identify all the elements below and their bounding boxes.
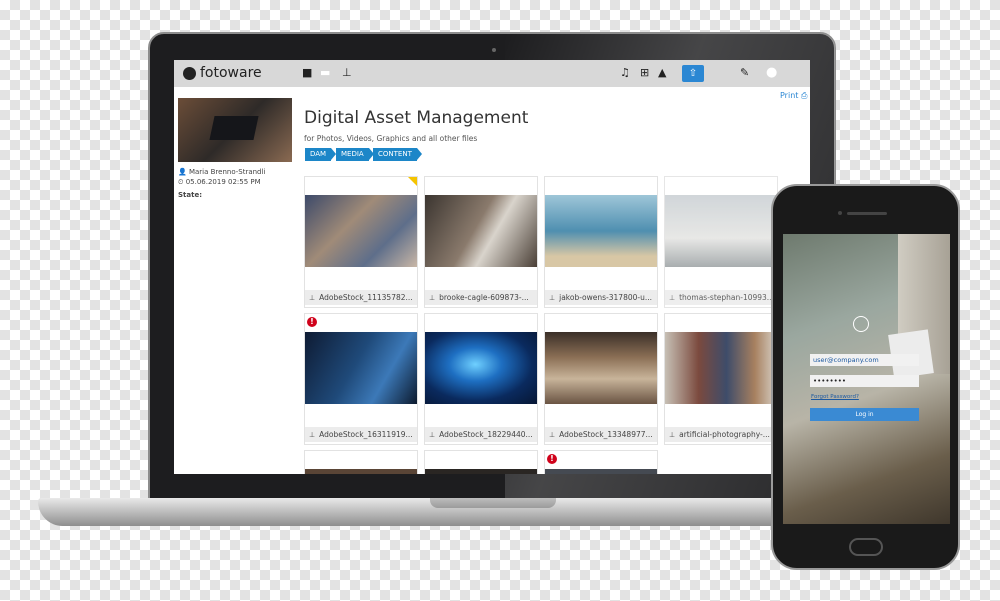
logo-text: fotoware: [200, 65, 262, 81]
asset-tile[interactable]: ⊥ artificial-photography-...: [664, 313, 778, 445]
print-link[interactable]: Print ⎙: [780, 91, 807, 101]
asset-image: [305, 469, 417, 474]
briefcase-icon[interactable]: ▬: [320, 66, 330, 79]
top-bar: fotoware ■ ▬ ⊥ ♫ ⊞ ▲ ⇧ ✎ ●: [174, 60, 810, 87]
logo[interactable]: fotoware: [183, 65, 262, 81]
phone-speaker: [847, 212, 887, 215]
tag-media[interactable]: MEDIA: [336, 148, 374, 161]
page-title: Digital Asset Management: [304, 108, 529, 128]
graduation-cap-icon[interactable]: ▲: [658, 66, 666, 79]
page-subtitle: for Photos, Videos, Graphics and all oth…: [304, 134, 478, 143]
email-field[interactable]: user@company.com: [810, 354, 919, 366]
asset-caption: ⊥ artificial-photography-...: [665, 427, 777, 442]
fotoware-logo-icon: [183, 66, 196, 80]
pin-icon: ⊥: [309, 431, 316, 439]
pin-icon: ⊥: [549, 431, 556, 439]
state-label: State:: [178, 191, 203, 199]
user-icon[interactable]: ●: [766, 65, 777, 80]
folder-icon[interactable]: ■: [302, 66, 312, 79]
asset-tile[interactable]: [304, 450, 418, 474]
asset-tile[interactable]: ⊥ AdobeStock_13348977...: [544, 313, 658, 445]
asset-tile[interactable]: [424, 450, 538, 474]
laptop-screen: fotoware ■ ▬ ⊥ ♫ ⊞ ▲ ⇧ ✎ ● Print ⎙ 👤 Mar…: [174, 60, 810, 474]
asset-image: [545, 195, 657, 267]
asset-caption: ⊥ thomas-stephan-10993...: [665, 290, 777, 305]
asset-image: [665, 332, 777, 404]
asset-tile[interactable]: ⊥ AdobeStock_18229440...: [424, 313, 538, 445]
asset-tile[interactable]: ⊥ jakob-owens-317800-u...: [544, 176, 658, 308]
asset-image: [305, 332, 417, 404]
bell-icon[interactable]: ♫: [620, 66, 630, 79]
pin-icon[interactable]: ⊥: [342, 66, 352, 79]
asset-image: [545, 469, 657, 474]
asset-caption: ⊥ AdobeStock_18229440...: [425, 427, 537, 442]
asset-thumbnail: [178, 98, 292, 162]
phone: user@company.com •••••••• Forgot Passwor…: [771, 184, 960, 570]
pin-icon: ⊥: [309, 294, 316, 302]
fotoware-logo-icon: [853, 316, 869, 332]
asset-caption: ⊥ brooke-cagle-609873-...: [425, 290, 537, 305]
warning-icon: !: [307, 317, 317, 327]
pin-icon: ⊥: [429, 294, 436, 302]
asset-image: [425, 332, 537, 404]
phone-camera: [838, 211, 842, 215]
pin-icon: ⊥: [429, 431, 436, 439]
date: ⏲ 05.06.2019 02:55 PM: [178, 178, 261, 186]
upload-button[interactable]: ⇧: [682, 65, 704, 82]
asset-tile[interactable]: !: [544, 450, 658, 474]
tag-dam[interactable]: DAM: [305, 148, 337, 161]
asset-image: [545, 332, 657, 404]
password-field[interactable]: ••••••••: [810, 375, 919, 387]
laptop-notch: [430, 498, 556, 508]
author: 👤 Maria Brenno-Strandli: [178, 168, 266, 176]
cart-icon[interactable]: ⊞: [640, 66, 649, 79]
laptop-camera: [492, 48, 496, 52]
asset-tile[interactable]: ⊥ thomas-stephan-10993...: [664, 176, 778, 308]
flag-icon: [408, 177, 417, 186]
phone-screen: user@company.com •••••••• Forgot Passwor…: [783, 234, 950, 524]
asset-tile[interactable]: ! ⊥ AdobeStock_16311919...: [304, 313, 418, 445]
asset-caption: ⊥ AdobeStock_11135782...: [305, 290, 417, 305]
asset-image: [425, 195, 537, 267]
pin-icon: ⊥: [669, 431, 676, 439]
pin-icon: ⊥: [549, 294, 556, 302]
pin-icon: ⊥: [669, 294, 676, 302]
asset-image: [665, 195, 777, 267]
tag-content[interactable]: CONTENT: [373, 148, 422, 161]
login-button[interactable]: Log in: [810, 408, 919, 421]
asset-image: [305, 195, 417, 267]
asset-tile[interactable]: ⊥ AdobeStock_11135782...: [304, 176, 418, 308]
home-button[interactable]: [849, 538, 883, 556]
asset-caption: ⊥ AdobeStock_16311919...: [305, 427, 417, 442]
asset-caption: ⊥ jakob-owens-317800-u...: [545, 290, 657, 305]
asset-image: [425, 469, 537, 474]
asset-tile[interactable]: ⊥ brooke-cagle-609873-...: [424, 176, 538, 308]
warning-icon: !: [547, 454, 557, 464]
forgot-password-link[interactable]: Forgot Password?: [811, 394, 859, 400]
asset-caption: ⊥ AdobeStock_13348977...: [545, 427, 657, 442]
wrench-icon[interactable]: ✎: [740, 66, 749, 79]
